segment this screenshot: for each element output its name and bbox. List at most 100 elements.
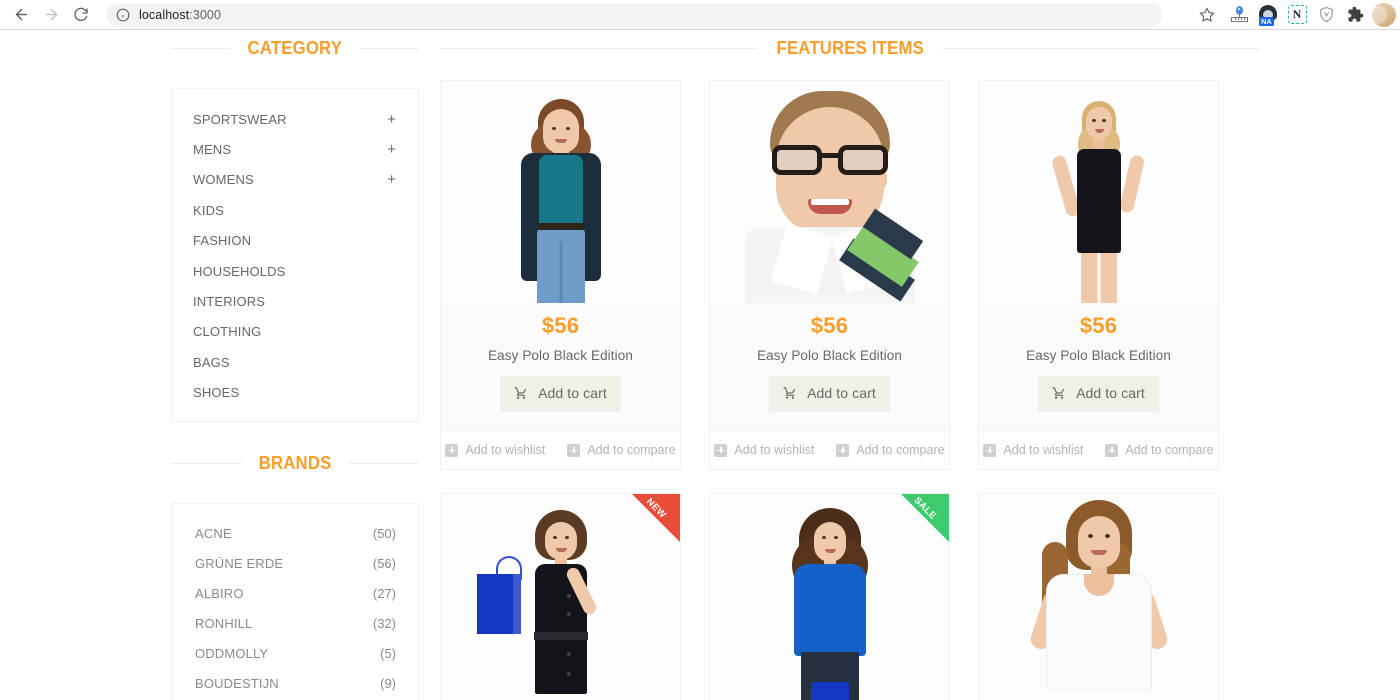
add-to-compare-label: Add to compare — [856, 443, 945, 457]
brand-item-oddmolly[interactable]: ODDMOLLY (5) — [172, 639, 418, 669]
product-card[interactable]: SALE — [709, 493, 950, 700]
brand-count: (50) — [372, 526, 396, 542]
product-image[interactable] — [710, 81, 949, 303]
na-extension-label: NA — [1259, 16, 1274, 26]
notion-extension-icon[interactable]: N — [1283, 1, 1311, 29]
add-to-compare-label: Add to compare — [587, 443, 676, 457]
brand-label: RONHILL — [195, 616, 253, 632]
category-label: FASHION — [193, 233, 252, 249]
category-list: SPORTSWEAR + MENS + WOMENS + KIDS FASHIO… — [172, 104, 418, 408]
product-card[interactable]: $56 Easy Polo Black Edition Add to cart … — [978, 493, 1219, 700]
brand-count: (27) — [372, 586, 396, 602]
shopping-cart-icon — [1052, 387, 1070, 403]
url-text: localhost:3000 — [139, 8, 221, 22]
sidebar-item-womens[interactable]: WOMENS + — [172, 165, 418, 195]
sidebar-item-clothing[interactable]: CLOTHING — [172, 317, 418, 347]
expand-plus-icon[interactable]: + — [387, 112, 396, 127]
add-to-cart-button[interactable]: Add to cart — [500, 376, 621, 412]
brands-list: ACNE (50) GRÜNE ERDE (56) ALBIRO (27) RO… — [172, 519, 418, 700]
address-bar[interactable]: localhost:3000 — [106, 2, 1162, 27]
new-badge-ribbon — [632, 494, 680, 542]
product-body: $56 Easy Polo Black Edition Add to cart — [710, 81, 949, 430]
brand-label: ACNE — [195, 526, 232, 542]
sidebar-item-interiors[interactable]: INTERIORS — [172, 286, 418, 316]
expand-plus-icon[interactable]: + — [387, 142, 396, 157]
forward-arrow-icon[interactable] — [36, 0, 66, 30]
features-items-section: FEATURES ITEMS $56 Easy Polo Black Editi… — [440, 38, 1261, 700]
product-card[interactable]: NEW — [440, 493, 681, 700]
sidebar-item-fashion[interactable]: FASHION — [172, 226, 418, 256]
brand-item-acne[interactable]: ACNE (50) — [172, 519, 418, 549]
category-title: CATEGORY — [247, 38, 343, 58]
brand-item-grune-erde[interactable]: GRÜNE ERDE (56) — [172, 549, 418, 579]
brand-item-ronhill[interactable]: RONHILL (32) — [172, 609, 418, 639]
divider-left — [171, 48, 231, 49]
add-to-wishlist-button[interactable]: Add to wishlist — [714, 443, 814, 457]
category-label: WOMENS — [193, 172, 254, 188]
product-price: $56 — [541, 313, 580, 338]
brand-item-albiro[interactable]: ALBIRO (27) — [172, 579, 418, 609]
brand-count: (9) — [380, 676, 396, 692]
product-name: Easy Polo Black Edition — [1026, 348, 1171, 363]
divider-left — [171, 462, 242, 464]
sidebar-item-kids[interactable]: KIDS — [172, 195, 418, 225]
product-card[interactable]: $56 Easy Polo Black Edition Add to cart … — [978, 80, 1219, 470]
category-title-row: CATEGORY — [171, 38, 420, 59]
product-body: $56 Easy Polo Black Edition Add to cart — [441, 81, 680, 430]
add-to-compare-button[interactable]: Add to compare — [1105, 443, 1214, 457]
product-price: $56 — [1079, 313, 1118, 338]
reload-icon[interactable] — [66, 0, 96, 30]
divider-left — [440, 48, 757, 49]
category-label: HOUSEHOLDS — [193, 263, 286, 279]
add-to-compare-button[interactable]: Add to compare — [836, 443, 945, 457]
brand-label: GRÜNE ERDE — [195, 556, 284, 572]
add-to-wishlist-button[interactable]: Add to wishlist — [445, 443, 545, 457]
add-to-wishlist-label: Add to wishlist — [465, 443, 546, 457]
sale-badge-ribbon — [901, 494, 949, 542]
product-image[interactable] — [979, 494, 1218, 700]
site-info-icon[interactable] — [116, 8, 130, 22]
sidebar-item-mens[interactable]: MENS + — [172, 134, 418, 164]
puzzle-extensions-icon[interactable] — [1341, 1, 1369, 29]
add-to-wishlist-label: Add to wishlist — [734, 443, 815, 457]
divider-right — [359, 48, 420, 49]
na-avatar-extension-icon[interactable]: NA — [1254, 1, 1282, 29]
star-icon[interactable] — [1190, 1, 1224, 29]
product-card[interactable]: $56 Easy Polo Black Edition Add to cart … — [709, 80, 950, 470]
product-name: Easy Polo Black Edition — [488, 348, 633, 363]
add-to-cart-label: Add to cart — [1076, 385, 1145, 401]
sidebar-item-shoes[interactable]: SHOES — [172, 378, 418, 408]
sidebar-item-bags[interactable]: BAGS — [172, 347, 418, 377]
page-viewport: CATEGORY SPORTSWEAR + MENS + WOMENS + KI… — [0, 30, 1400, 700]
plus-square-icon — [983, 443, 997, 457]
brand-count: (32) — [372, 616, 396, 632]
back-arrow-icon[interactable] — [6, 0, 36, 30]
product-image[interactable] — [979, 81, 1218, 303]
add-to-wishlist-button[interactable]: Add to wishlist — [983, 443, 1083, 457]
browser-actions: NA N — [1190, 0, 1400, 30]
shield-extension-icon[interactable] — [1312, 1, 1340, 29]
product-actions: Add to wishlist Add to compare — [441, 430, 680, 469]
figure-woman-white-tshirt — [979, 494, 1218, 700]
product-image[interactable] — [441, 81, 680, 303]
add-to-cart-label: Add to cart — [807, 385, 876, 401]
add-to-compare-button[interactable]: Add to compare — [567, 443, 676, 457]
plus-square-icon — [836, 443, 850, 457]
sidebar-item-sportswear[interactable]: SPORTSWEAR + — [172, 104, 418, 134]
plus-square-icon — [714, 443, 728, 457]
expand-plus-icon[interactable]: + — [387, 172, 396, 187]
ruler-extension-icon[interactable] — [1225, 1, 1253, 29]
product-card[interactable]: $56 Easy Polo Black Edition Add to cart … — [440, 80, 681, 470]
notion-extension-label: N — [1287, 5, 1307, 24]
product-actions: Add to wishlist Add to compare — [710, 430, 949, 469]
add-to-cart-button[interactable]: Add to cart — [1038, 376, 1159, 412]
brand-label: ALBIRO — [195, 586, 244, 602]
profile-avatar-icon[interactable] — [1372, 2, 1396, 27]
category-label: KIDS — [193, 202, 224, 218]
sidebar-item-households[interactable]: HOUSEHOLDS — [172, 256, 418, 286]
category-label: INTERIORS — [193, 294, 266, 310]
product-grid: $56 Easy Polo Black Edition Add to cart … — [440, 80, 1260, 700]
brand-item-boudestijn[interactable]: BOUDESTIJN (9) — [172, 669, 418, 699]
add-to-cart-button[interactable]: Add to cart — [769, 376, 890, 412]
category-label: CLOTHING — [193, 324, 262, 340]
